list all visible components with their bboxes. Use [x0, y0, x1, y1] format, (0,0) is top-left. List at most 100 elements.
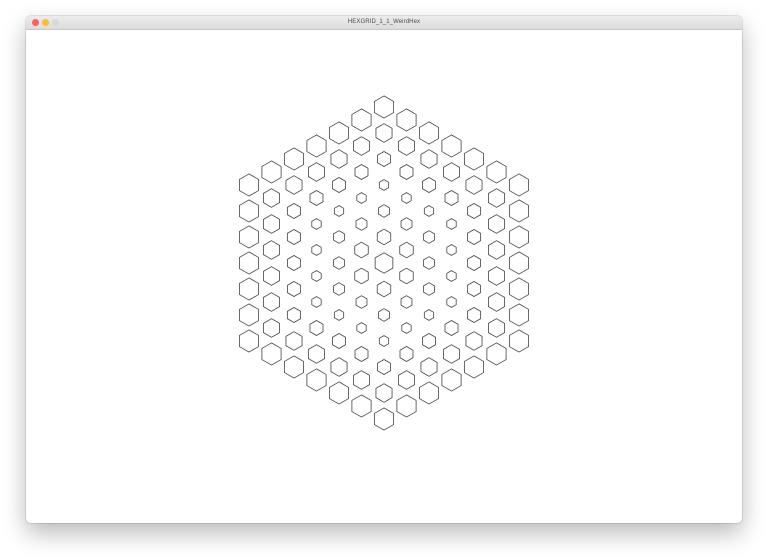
hexagon-cell	[238, 173, 260, 197]
hexagon-cell	[287, 203, 301, 219]
hexagon-cell	[263, 240, 280, 260]
hexagon-cell	[333, 309, 345, 321]
hexagon-cell	[400, 217, 413, 231]
hexagon-cell	[443, 162, 460, 182]
hexagon-cell	[446, 218, 457, 230]
window-title: HEXGRID_1_1_WeirdHex	[347, 19, 421, 25]
hexagon-cell	[444, 320, 459, 336]
hexagon-cell	[441, 134, 462, 158]
hexagon-cell	[488, 318, 505, 338]
hexagon-cell	[423, 309, 435, 321]
hexagon-cell	[351, 108, 372, 132]
hexagon-cell	[308, 344, 325, 364]
hexagon-cell	[508, 303, 530, 327]
hexagon-cell	[351, 394, 372, 418]
hexagon-cell	[263, 318, 280, 338]
hexagon-cell	[423, 205, 435, 217]
hexagon-cell	[306, 368, 327, 392]
hexagon-cell	[263, 266, 280, 286]
hexagon-cell	[311, 244, 322, 256]
hexagon-cell	[446, 244, 457, 256]
hexagon-cell	[373, 95, 395, 119]
hexagon-cell	[238, 329, 260, 353]
hexagon-cell	[328, 381, 350, 405]
hexagon-cell	[330, 357, 348, 377]
hexagon-cell	[378, 204, 390, 218]
hexagon-cell	[488, 214, 505, 234]
hexagon-cell	[399, 164, 414, 180]
hexagon-cell	[261, 342, 282, 366]
hexagon-cell	[418, 381, 440, 405]
hexagon-cell	[308, 162, 325, 182]
hexagon-cell	[420, 357, 438, 377]
hexagon-cell	[238, 251, 260, 275]
hexagon-cell	[354, 164, 369, 180]
hexagon-cell	[377, 151, 391, 167]
hexagon-cell	[423, 282, 435, 296]
hexagon-cell	[287, 255, 301, 271]
hexagon-cell	[354, 346, 369, 362]
hexagon-cell	[508, 225, 530, 249]
hexagon-cell	[398, 370, 415, 390]
hexagon-cell	[287, 281, 301, 297]
hexagon-cell	[399, 241, 414, 259]
hexagon-cell	[400, 295, 413, 309]
hexagon-cell	[309, 320, 324, 336]
hexagon-cell	[463, 355, 485, 379]
hexagon-cell	[373, 407, 395, 431]
canvas-area[interactable]	[26, 30, 742, 523]
hexagon-cell	[446, 270, 457, 282]
hexagon-cell	[444, 190, 459, 206]
hexagon-cell	[238, 199, 260, 223]
hexagon-cell	[488, 240, 505, 260]
hexagon-cell	[376, 228, 392, 246]
hexagon-cell	[285, 175, 303, 195]
hexagon-cell	[401, 192, 412, 204]
hexagon-cell	[238, 303, 260, 327]
hexagon-cell	[355, 295, 368, 309]
hexagon-cell	[287, 229, 301, 245]
hexagon-cell	[399, 346, 414, 362]
hexagon-cell	[333, 256, 345, 270]
hexagon-cell	[311, 270, 322, 282]
hexagon-cell	[353, 370, 370, 390]
hexagon-cell	[423, 256, 435, 270]
hexagon-cell	[238, 277, 260, 301]
hexagon-cell	[376, 280, 392, 298]
hexagon-cell	[488, 292, 505, 312]
hexagon-cell	[422, 177, 436, 193]
hexagon-cell	[287, 307, 301, 323]
desktop: HEXGRID_1_1_WeirdHex	[0, 0, 768, 559]
title-bar[interactable]: HEXGRID_1_1_WeirdHex	[26, 16, 742, 30]
hexagon-cell	[488, 266, 505, 286]
hexagon-cell	[354, 267, 369, 285]
hexagon-cell	[263, 292, 280, 312]
hexagon-cell	[467, 255, 481, 271]
hexagon-cell	[467, 229, 481, 245]
hexagon-cell	[420, 149, 438, 169]
hexagon-cell	[263, 188, 280, 208]
hexagon-cell	[238, 225, 260, 249]
hexagon-cell	[333, 230, 345, 244]
hexagon-cell	[508, 251, 530, 275]
hexagon-cell	[375, 123, 393, 143]
hexagon-cell	[333, 282, 345, 296]
hexagon-cell	[374, 252, 394, 274]
hexagon-cell	[285, 331, 303, 351]
hexagon-cell	[332, 177, 346, 193]
hexagon-cell	[328, 121, 350, 145]
hexagon-cell	[467, 281, 481, 297]
hexagon-cell	[418, 121, 440, 145]
hexagon-cell	[377, 359, 391, 375]
hexagon-cell	[508, 173, 530, 197]
hexagon-cell	[311, 296, 322, 308]
hexagon-cell	[488, 188, 505, 208]
hexagon-cell	[306, 134, 327, 158]
hexagon-cell	[356, 322, 367, 334]
hexagon-cell	[375, 383, 393, 403]
hexagon-cell	[356, 192, 367, 204]
hexagon-cell	[465, 175, 483, 195]
app-window: HEXGRID_1_1_WeirdHex	[26, 16, 742, 523]
hexagon-cell	[399, 267, 414, 285]
hexagon-cell	[443, 344, 460, 364]
